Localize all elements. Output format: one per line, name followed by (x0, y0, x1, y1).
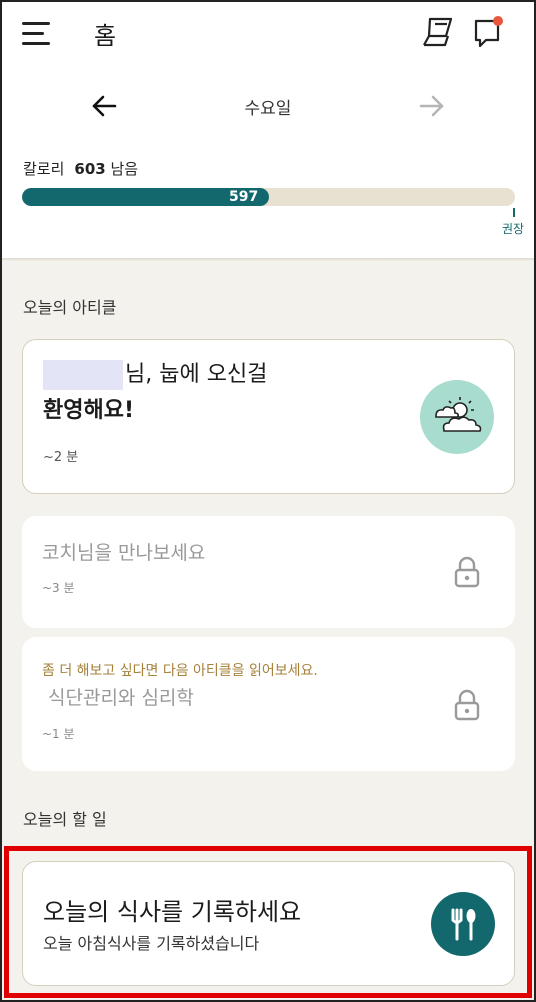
notification-dot (493, 16, 503, 26)
fork-spoon-icon[interactable] (431, 892, 495, 956)
todo-section-title: 오늘의 할 일 (23, 810, 107, 829)
article-duration: ~2 분 (43, 450, 79, 465)
recipe-book-icon[interactable] (420, 14, 456, 50)
article-title-line2: 환영해요! (43, 398, 134, 423)
lock-icon (452, 556, 482, 588)
article-title: 식단관리와 심리학 (48, 687, 194, 709)
page-title: 홈 (94, 22, 117, 50)
article-title: 코치님을 만나보세요 (42, 542, 206, 564)
calorie-summary: 칼로리 603 남음 (23, 158, 138, 179)
article-duration: ~3 분 (42, 581, 75, 595)
calorie-remaining-unit: 남음 (110, 160, 139, 178)
recommended-marker (513, 208, 515, 217)
day-navigator: 수요일 (0, 86, 536, 126)
main-content: 오늘의 아티클 님, 눕에 오신걸 환영해요! ~2 분 코치님을 만나보세요 … (0, 261, 536, 1002)
articles-section-title: 오늘의 아티클 (23, 298, 117, 317)
article-duration: ~1 분 (42, 727, 75, 741)
todo-title: 오늘의 식사를 기록하세요 (43, 898, 302, 926)
lock-icon (452, 689, 482, 721)
calorie-consumed-value: 597 (229, 189, 259, 205)
next-day-arrow-icon[interactable] (416, 90, 448, 122)
day-label: 수요일 (244, 99, 292, 119)
menu-icon[interactable] (22, 20, 52, 46)
article-card-diet-psychology[interactable]: 좀 더 해보고 싶다면 다음 아티클을 읽어보세요. 식단관리와 심리학 ~1 … (22, 637, 515, 771)
chat-icon[interactable] (472, 14, 508, 50)
calorie-progress-bar: 597 (22, 188, 515, 206)
todo-subtitle: 오늘 아침식사를 기록하셨습니다 (43, 934, 260, 953)
calorie-remaining-value: 603 (74, 160, 106, 178)
weather-icon (420, 380, 494, 454)
calorie-label: 칼로리 (23, 160, 65, 178)
next-article-prompt: 좀 더 해보고 싶다면 다음 아티클을 읽어보세요. (42, 663, 318, 679)
app-header: 홈 수요일 칼로리 603 남음 597 권장 (0, 0, 536, 260)
user-name-redacted (43, 360, 123, 390)
article-card-welcome[interactable]: 님, 눕에 오신걸 환영해요! ~2 분 (22, 339, 515, 494)
log-meals-card[interactable]: 오늘의 식사를 기록하세요 오늘 아침식사를 기록하셨습니다 (22, 861, 515, 986)
article-card-meet-coach[interactable]: 코치님을 만나보세요 ~3 분 (22, 516, 515, 628)
recommended-label: 권장 (502, 222, 525, 236)
article-title: 님, 눕에 오신걸 (43, 358, 267, 392)
